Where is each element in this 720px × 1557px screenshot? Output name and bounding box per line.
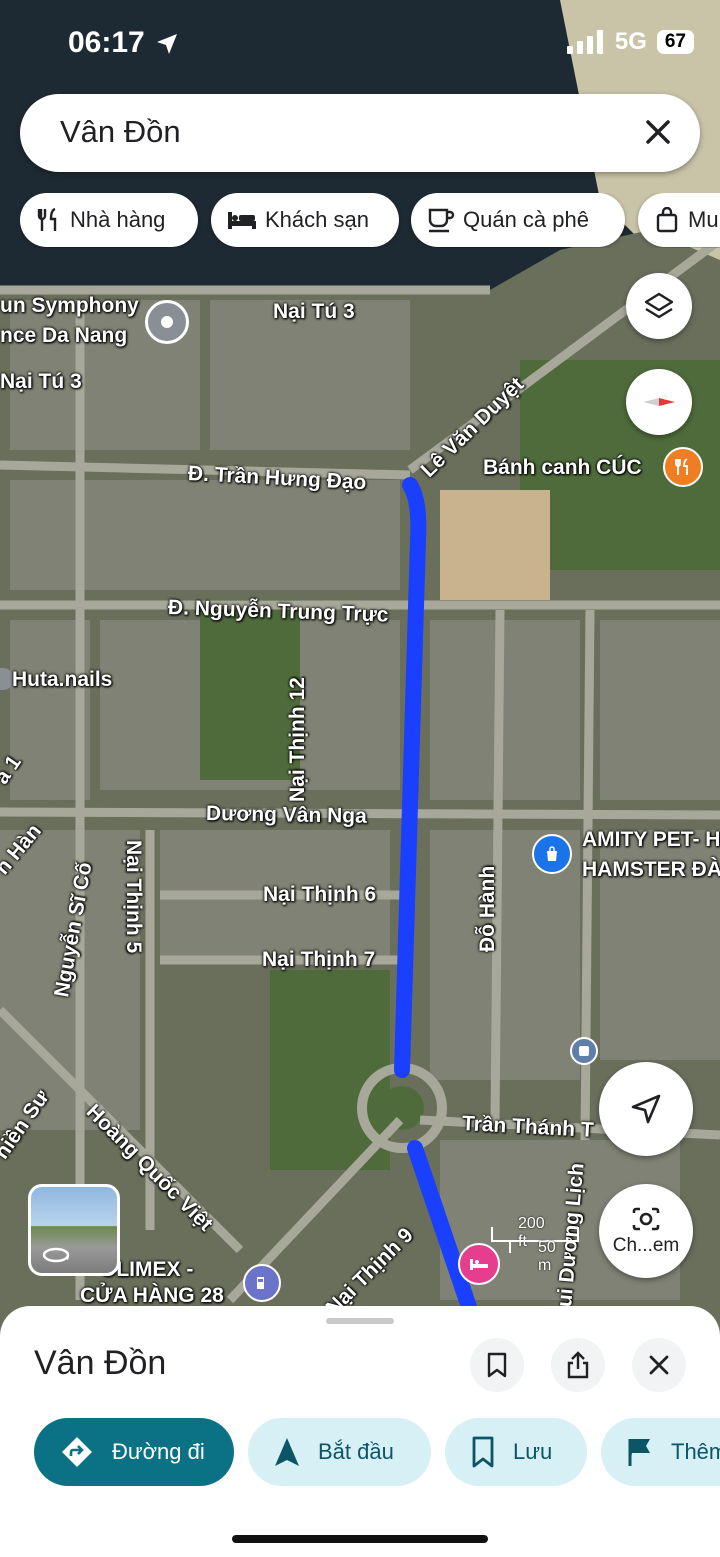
restaurant-icon	[37, 207, 57, 231]
directions-button[interactable]: Đường đi	[34, 1418, 234, 1486]
more-button[interactable]: Thêm	[601, 1418, 720, 1486]
start-button[interactable]: Bắt đầu	[248, 1418, 431, 1486]
map-label-poi: Bánh canh CÚC	[483, 456, 642, 479]
place-bottom-sheet[interactable]: Vân Đồn Đường đi Bắt đầu Lưu Thêm	[0, 1306, 720, 1557]
rotate-360-icon	[42, 1247, 70, 1263]
chip-shopping[interactable]: Mu	[638, 193, 720, 247]
drag-handle[interactable]	[326, 1318, 394, 1324]
scale-m: 50 m	[538, 1239, 556, 1274]
map-label-street: Nại Thịnh 5	[122, 840, 145, 954]
map-label-symphony: un Symphony	[0, 294, 139, 317]
camera-search-icon	[632, 1207, 660, 1231]
close-icon[interactable]	[638, 112, 678, 152]
action-label: Thêm	[671, 1439, 720, 1464]
map-label-street: Nại Thịnh 6	[263, 883, 377, 906]
my-location-button[interactable]	[599, 1062, 693, 1156]
home-indicator[interactable]	[232, 1535, 488, 1543]
coffee-icon	[428, 208, 455, 233]
action-label: Bắt đầu	[318, 1439, 394, 1464]
save-button[interactable]	[470, 1338, 524, 1392]
battery-icon: 67	[656, 30, 694, 54]
gas-station-pin-icon[interactable]	[243, 1264, 281, 1302]
map-label-street: Nại Thịnh 7	[262, 948, 376, 971]
action-buttons: Đường đi Bắt đầu Lưu Thêm	[0, 1418, 720, 1488]
map-label-poi: AMITY PET- H	[582, 828, 720, 851]
save-action-button[interactable]: Lưu	[445, 1418, 587, 1486]
shopping-icon	[656, 207, 678, 233]
close-sheet-button[interactable]	[632, 1338, 686, 1392]
chip-label: Quán cà phê	[463, 207, 589, 232]
map-label-street: Đỗ Hành	[476, 865, 499, 952]
search-bar[interactable]: Vân Đồn	[20, 94, 700, 172]
hotel-icon	[228, 212, 256, 229]
layers-button[interactable]	[626, 273, 692, 339]
bookmark-icon	[487, 1352, 507, 1378]
action-label: Lưu	[513, 1439, 553, 1464]
signal-icon	[566, 30, 603, 54]
map-label-street: Dương Vân Nga	[205, 802, 367, 828]
chip-hotels[interactable]: Khách sạn	[211, 193, 399, 247]
directions-icon	[62, 1437, 92, 1467]
map-label-street: Nại Thịnh 12	[286, 677, 309, 802]
status-bar: 06:17 5G 67	[0, 0, 720, 84]
chip-coffee[interactable]: Quán cà phê	[411, 193, 625, 247]
chip-label: Mu	[688, 207, 719, 232]
map-label-street: Nại Tú 3	[273, 300, 355, 323]
category-chips: Nhà hàng Khách sạn Quán cà phê Mu	[20, 193, 720, 248]
chip-label: Nhà hàng	[70, 207, 166, 232]
map-label-street: Nại Tú 3	[0, 370, 82, 393]
flag-icon	[628, 1439, 650, 1466]
action-label: Đường đi	[112, 1439, 205, 1464]
bus-stop-icon[interactable]	[570, 1037, 598, 1065]
search-query[interactable]: Vân Đồn	[60, 114, 181, 150]
scale-bar-icon	[491, 1227, 579, 1253]
location-arrow-icon	[157, 34, 177, 54]
map-label-poi: CỬA HÀNG 28	[80, 1284, 224, 1307]
map-label-poi: Huta.nails	[12, 668, 113, 691]
map-label-poi: HAMSTER ĐÀ	[582, 858, 720, 881]
lens-search-button[interactable]: Ch...em	[599, 1184, 693, 1278]
shopping-pin-icon[interactable]	[532, 834, 572, 874]
street-view-thumbnail[interactable]	[28, 1184, 120, 1276]
network-type: 5G	[614, 28, 647, 55]
status-time: 06:17	[68, 26, 145, 59]
chip-label: Khách sạn	[265, 207, 369, 232]
status-indicators: 5G 67	[566, 28, 694, 56]
navigation-arrow-icon	[631, 1094, 661, 1124]
place-pin-icon[interactable]	[145, 300, 189, 344]
compass-button[interactable]	[626, 369, 692, 435]
share-button[interactable]	[551, 1338, 605, 1392]
layers-icon	[644, 292, 674, 319]
chip-restaurants[interactable]: Nhà hàng	[20, 193, 198, 247]
restaurant-pin-icon[interactable]	[663, 447, 703, 487]
navigation-arrow-icon	[275, 1438, 299, 1466]
close-icon	[649, 1355, 669, 1375]
map-label-symphony: nce Da Nang	[0, 324, 128, 347]
compass-icon	[643, 398, 675, 406]
share-icon	[567, 1351, 589, 1379]
lens-label: Ch...em	[612, 1235, 680, 1256]
place-title: Vân Đồn	[34, 1344, 167, 1382]
bookmark-icon	[472, 1436, 494, 1468]
